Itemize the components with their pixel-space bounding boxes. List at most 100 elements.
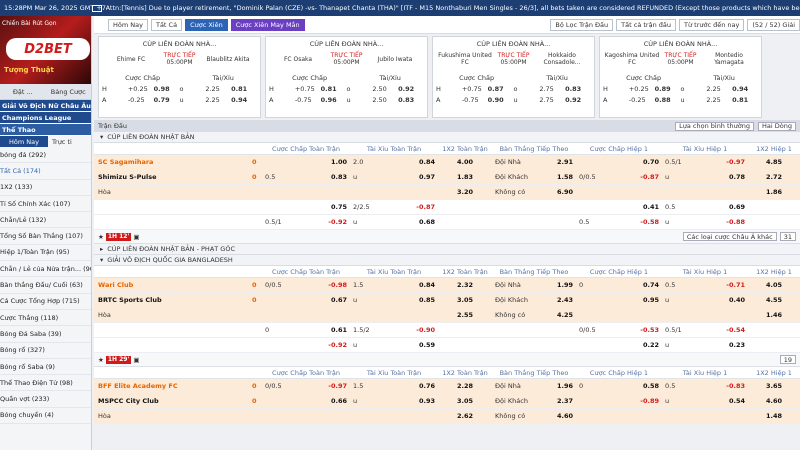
sidebar-item-mix-parlay[interactable]: Cá Cược Tổng Hợp (715)	[0, 294, 91, 310]
odds-value[interactable]: -0.87	[640, 173, 659, 181]
sidebar-item-women-euro[interactable]: Giải Vô Địch Nữ Châu Âu	[0, 100, 91, 112]
sidebar-item-saba-basketball[interactable]: Bóng rổ Saba (9)	[0, 359, 91, 376]
odds-value[interactable]: 0.75	[331, 203, 347, 211]
odds-value[interactable]: 1.96	[557, 382, 573, 390]
odds-value[interactable]: 0.23	[729, 341, 745, 349]
sidebar-item-champions-league[interactable]: Champions League	[0, 112, 91, 124]
odds-cell[interactable]: 0.81	[231, 85, 257, 93]
star-icon[interactable]: ★	[98, 356, 104, 364]
odds-value[interactable]: -0.53	[640, 326, 659, 334]
odds-cell[interactable]: 0.90	[488, 96, 514, 104]
odds-cell[interactable]: 0.94	[732, 85, 758, 93]
today-select[interactable]: Hôm Nay	[108, 18, 148, 31]
odds-value[interactable]: 0.58	[643, 382, 659, 390]
odds-value[interactable]: -0.97	[726, 158, 745, 166]
odds-display-select[interactable]: Hai Dòng	[758, 121, 796, 131]
odds-value[interactable]: -0.89	[640, 397, 659, 405]
odds-cell[interactable]: 0.87	[488, 85, 514, 93]
odds-value[interactable]: 2.37	[557, 397, 573, 405]
odds-value[interactable]: -0.88	[726, 218, 745, 226]
sidebar-item-correct-score[interactable]: Tỉ Số Chính Xác (107)	[0, 196, 91, 213]
featured-match-card[interactable]: CÚP LIÊN ĐOÀN NHÀ... Kagoshima United FC T…	[599, 36, 762, 118]
sidebar-item-volleyball[interactable]: Bóng chuyền (4)	[0, 408, 91, 425]
league-header-bangladesh[interactable]: ▾ GIẢI VÔ ĐỊCH QUỐC GIA BANGLADESH	[94, 255, 800, 266]
odds-value[interactable]: -0.92	[328, 341, 347, 349]
odds-value[interactable]: 0.83	[331, 173, 347, 181]
featured-match-card[interactable]: CÚP LIÊN ĐOÀN NHÀ... Ehime FC TRỰC TIẾP 05:…	[98, 36, 261, 118]
mail-icon[interactable]	[92, 4, 102, 12]
odds-value[interactable]: 2.32	[457, 281, 473, 289]
odds-value[interactable]: 4.60	[557, 412, 573, 420]
tab-bet-slip[interactable]: Đặt ...	[0, 84, 46, 99]
odds-value[interactable]: -0.92	[328, 218, 347, 226]
sidebar-item-basketball[interactable]: Bóng rổ (327)	[0, 343, 91, 359]
sidebar-item-total-goals[interactable]: Tổng Số Bàn Thắng (107)	[0, 228, 91, 245]
sidebar-item-first-last-goal[interactable]: Bàn thắng Đầu/ Cuối (63)	[0, 277, 91, 294]
odds-cell[interactable]: 0.83	[398, 96, 424, 104]
all-select[interactable]: Tất Cả	[150, 18, 183, 31]
odds-value[interactable]: 4.85	[766, 158, 782, 166]
odds-value[interactable]: 0.41	[643, 203, 659, 211]
odds-value[interactable]: -0.90	[416, 326, 435, 334]
league-counter[interactable]: (52 / 52) Giải	[747, 18, 800, 31]
odds-value[interactable]: 1.46	[766, 311, 782, 319]
odds-cell[interactable]: 0.92	[398, 85, 424, 93]
odds-value[interactable]: 2.72	[766, 173, 782, 181]
odds-value[interactable]: 0.84	[419, 158, 435, 166]
odds-value[interactable]: 0.54	[729, 397, 745, 405]
odds-value[interactable]: 0.22	[643, 341, 659, 349]
subtab-today[interactable]: Hôm Nay	[0, 136, 48, 147]
odds-value[interactable]: -0.83	[726, 382, 745, 390]
odds-value[interactable]: 3.05	[457, 397, 473, 405]
subtab-live[interactable]: Trực ti	[48, 136, 76, 147]
priority-select[interactable]: Từ trước đến nay	[678, 18, 745, 31]
sidebar-item-tennis[interactable]: Quần vợt (233)	[0, 391, 91, 408]
odds-value[interactable]: 4.60	[766, 397, 782, 405]
odds-value[interactable]: 1.00	[331, 158, 347, 166]
star-icon[interactable]: ★	[98, 233, 104, 241]
match-filter-button[interactable]: Bộ Lọc Trận Đấu	[550, 18, 614, 31]
more-bets-count[interactable]: 19	[779, 355, 796, 364]
odds-value[interactable]: 0.66	[331, 397, 347, 405]
odds-value[interactable]: -0.71	[726, 281, 745, 289]
odds-value[interactable]: 0.95	[643, 296, 659, 304]
odds-cell[interactable]: 0.89	[655, 85, 681, 93]
odds-value[interactable]: 0.70	[643, 158, 659, 166]
odds-value[interactable]: -0.54	[726, 326, 745, 334]
odds-value[interactable]: 0.68	[419, 218, 435, 226]
odds-value[interactable]: 4.25	[557, 311, 573, 319]
odds-value[interactable]: 0.67	[331, 296, 347, 304]
odds-value[interactable]: 2.28	[457, 382, 473, 390]
odds-value[interactable]: 2.43	[557, 296, 573, 304]
league-header-corners[interactable]: ▸ CÚP LIÊN ĐOÀN NHẬT BẢN - PHẠT GÓC	[94, 244, 800, 255]
tab-bet-list[interactable]: Bảng Cược	[46, 84, 92, 99]
sidebar-item-esports[interactable]: Thể Thao Điện Tử (98)	[0, 375, 91, 392]
odds-value[interactable]: 6.90	[557, 188, 573, 196]
odds-value[interactable]: 3.20	[457, 188, 473, 196]
odds-value[interactable]: 0.76	[419, 382, 435, 390]
odds-value[interactable]: 0.69	[729, 203, 745, 211]
odds-value[interactable]: 1.58	[557, 173, 573, 181]
more-bets-count[interactable]: 31	[779, 232, 796, 241]
odds-value[interactable]: 1.83	[457, 173, 473, 181]
sidebar-item-1x2[interactable]: 1X2 (133)	[0, 180, 91, 196]
sidebar-item-ht-ft[interactable]: Hiệp 1/Toàn Trận (95)	[0, 245, 91, 262]
all-matches-select[interactable]: Tất cả trận đấu	[616, 18, 676, 31]
odds-value[interactable]: 2.62	[457, 412, 473, 420]
odds-value[interactable]: 1.99	[557, 281, 573, 289]
odds-value[interactable]: -0.97	[328, 382, 347, 390]
sidebar-item-all[interactable]: Tất Cả (174)	[0, 163, 91, 180]
odds-value[interactable]: 1.86	[766, 188, 782, 196]
odds-value[interactable]: 3.65	[766, 382, 782, 390]
odds-cell[interactable]: 0.94	[231, 96, 257, 104]
sort-select[interactable]: Lựa chọn bình thường	[675, 121, 755, 131]
featured-match-card[interactable]: CÚP LIÊN ĐOÀN NHÀ... Fukushima United FC T…	[432, 36, 595, 118]
odds-cell[interactable]: 0.88	[655, 96, 681, 104]
odds-value[interactable]: 0.78	[729, 173, 745, 181]
odds-value[interactable]: 3.05	[457, 296, 473, 304]
featured-match-card[interactable]: CÚP LIÊN ĐOÀN NHÀ... FC Osaka TRỰC TIẾP 05:…	[265, 36, 428, 118]
odds-cell[interactable]: 0.92	[565, 96, 591, 104]
stats-icon[interactable]: ▣	[133, 233, 139, 241]
odds-value[interactable]: -0.58	[640, 218, 659, 226]
sidebar-item-outright[interactable]: Cược Thắng (118)	[0, 310, 91, 327]
